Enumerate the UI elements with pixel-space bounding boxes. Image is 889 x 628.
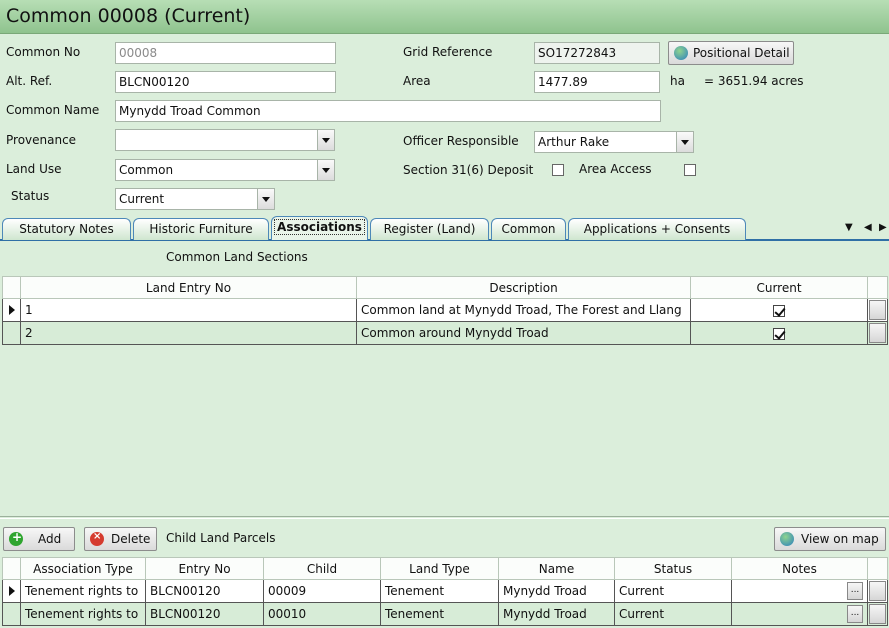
area-acres: = 3651.94 acres — [704, 74, 804, 88]
table-row[interactable]: Tenement rights to BLCN00120 00009 Tenem… — [2, 579, 888, 603]
alt-ref-label: Alt. Ref. — [6, 74, 53, 88]
header-entry-no[interactable]: Entry No — [145, 557, 264, 580]
delete-button[interactable]: × Delete — [84, 527, 157, 551]
land-use-select[interactable]: Common — [115, 159, 335, 181]
section-deposit-label: Section 31(6) Deposit — [403, 163, 534, 177]
officer-value: Arthur Rake — [538, 135, 610, 149]
status-select[interactable]: Current — [115, 188, 275, 210]
provenance-select[interactable] — [115, 129, 335, 151]
officer-select[interactable]: Arthur Rake — [534, 131, 694, 153]
chevron-down-icon[interactable] — [257, 189, 274, 209]
grid-ref-field[interactable]: SO17272843 — [534, 42, 660, 64]
view-on-map-label: View on map — [801, 532, 879, 546]
row-pointer-icon — [9, 586, 15, 596]
land-use-value: Common — [119, 163, 174, 177]
window-titlebar: Common 00008 (Current) — [0, 0, 889, 34]
header-association-type[interactable]: Association Type — [20, 557, 146, 580]
common-no-field[interactable]: 00008 — [115, 42, 336, 64]
parcels-header-row: Association Type Entry No Child Land Typ… — [2, 557, 888, 580]
row-selector[interactable] — [2, 579, 21, 603]
header-notes[interactable]: Notes — [731, 557, 868, 580]
area-access-label: Area Access — [579, 162, 652, 176]
grid-ref-label: Grid Reference — [403, 45, 493, 59]
child-parcels-title: Child Land Parcels — [166, 531, 276, 545]
globe-icon — [780, 532, 794, 546]
tab-register-land[interactable]: Register (Land) — [370, 218, 489, 240]
common-no-label: Common No — [6, 45, 81, 59]
positional-detail-button[interactable]: Positional Detail — [668, 41, 794, 65]
row-button[interactable] — [869, 323, 886, 343]
header-land-type[interactable]: Land Type — [380, 557, 499, 580]
tab-strip: Statutory Notes Historic Furniture Assoc… — [0, 216, 889, 241]
common-name-field[interactable]: Mynydd Troad Common — [115, 100, 661, 122]
window-title: Common 00008 (Current) — [6, 5, 251, 27]
delete-label: Delete — [111, 532, 151, 546]
add-button[interactable]: + Add — [3, 527, 75, 551]
status-value: Current — [119, 192, 165, 206]
officer-label: Officer Responsible — [403, 134, 519, 148]
alt-ref-field[interactable]: BLCN00120 — [115, 71, 336, 93]
tab-prev-icon[interactable]: ◀ — [864, 222, 872, 233]
notes-ellipsis-button[interactable]: ... — [847, 582, 863, 600]
chevron-down-icon[interactable] — [317, 130, 334, 150]
tab-list-icon[interactable]: ▼ — [845, 222, 853, 233]
table-row[interactable]: 1 Common land at Mynydd Troad, The Fores… — [2, 298, 888, 322]
current-checkbox[interactable] — [773, 304, 785, 317]
header-description[interactable]: Description — [356, 276, 691, 299]
header-current[interactable]: Current — [690, 276, 868, 299]
current-checkbox[interactable] — [773, 327, 785, 340]
splitter[interactable] — [0, 516, 889, 519]
tab-historic-furniture[interactable]: Historic Furniture — [133, 218, 269, 240]
row-selector[interactable] — [2, 321, 21, 345]
row-selector[interactable] — [2, 298, 21, 322]
tab-next-icon[interactable]: ▶ — [879, 222, 887, 233]
add-label: Add — [38, 532, 62, 546]
area-label: Area — [403, 74, 431, 88]
row-button[interactable] — [869, 604, 886, 624]
header-land-entry-no[interactable]: Land Entry No — [20, 276, 357, 299]
row-button[interactable] — [869, 581, 886, 601]
table-row[interactable]: 2 Common around Mynydd Troad — [2, 321, 888, 345]
row-pointer-icon — [9, 305, 15, 315]
positional-detail-label: Positional Detail — [693, 46, 790, 60]
tab-statutory-notes[interactable]: Statutory Notes — [2, 218, 131, 240]
provenance-label: Provenance — [6, 133, 77, 147]
status-label: Status — [11, 189, 50, 203]
area-access-checkbox[interactable] — [684, 164, 696, 176]
header-child[interactable]: Child — [263, 557, 381, 580]
table-row[interactable]: Tenement rights to BLCN00120 00010 Tenem… — [2, 602, 888, 626]
view-on-map-button[interactable]: View on map — [774, 527, 886, 551]
header-status[interactable]: Status — [614, 557, 732, 580]
sections-header-row: Land Entry No Description Current — [2, 276, 888, 299]
area-field[interactable]: 1477.89 — [534, 71, 660, 93]
chevron-down-icon[interactable] — [317, 160, 334, 180]
tab-associations[interactable]: Associations — [271, 216, 368, 240]
parcels-table: Association Type Entry No Child Land Typ… — [2, 557, 888, 626]
row-selector[interactable] — [2, 602, 21, 626]
globe-icon — [674, 46, 688, 60]
area-unit: ha — [670, 74, 685, 88]
chevron-down-icon[interactable] — [676, 132, 693, 152]
sections-table: Land Entry No Description Current 1 Comm… — [2, 276, 888, 345]
section-deposit-checkbox[interactable] — [552, 164, 564, 176]
tab-common[interactable]: Common — [491, 218, 566, 240]
common-name-label: Common Name — [6, 103, 100, 117]
tab-applications-consents[interactable]: Applications + Consents — [568, 218, 746, 240]
row-button[interactable] — [869, 300, 886, 320]
notes-ellipsis-button[interactable]: ... — [847, 605, 863, 623]
header-name[interactable]: Name — [498, 557, 615, 580]
sections-title: Common Land Sections — [166, 250, 308, 264]
land-use-label: Land Use — [6, 162, 62, 176]
